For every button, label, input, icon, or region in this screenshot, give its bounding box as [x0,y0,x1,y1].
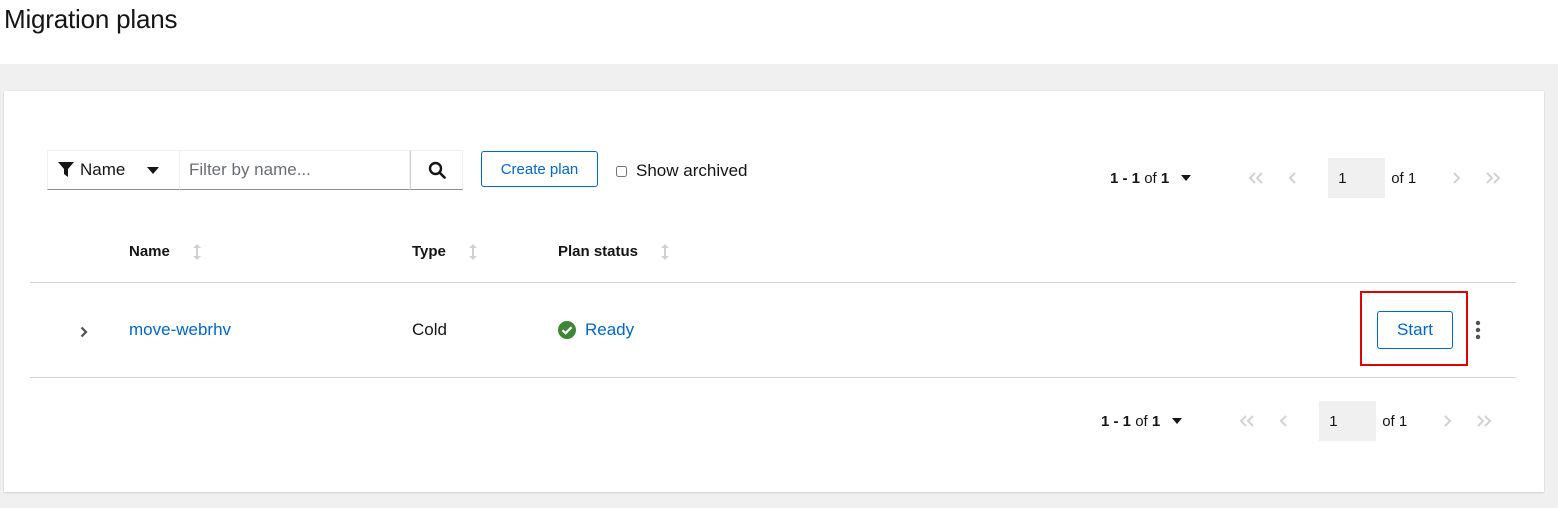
per-page-toggle[interactable]: 1 - 1 of 1 [1110,169,1192,187]
column-header-name[interactable]: Name [129,243,202,260]
pagination-total: 1 [1151,412,1161,430]
create-plan-button[interactable]: Create plan [481,151,598,187]
row-expand-toggle[interactable] [78,325,90,339]
show-archived-checkbox[interactable] [616,165,627,177]
pagination-nav: of 1 [1246,158,1503,198]
page-count-label: of 1 [1382,412,1408,430]
next-page-button[interactable] [1446,168,1466,188]
show-archived-toggle[interactable]: Show archived [616,161,748,181]
page-header: Migration plans [0,0,1558,64]
next-page-button[interactable] [1437,411,1457,431]
per-page-toggle[interactable]: 1 - 1 of 1 [1101,412,1183,430]
pagination-bottom: 1 - 1 of 1 of 1 [1101,401,1494,441]
column-header-label: Name [129,243,170,260]
search-input[interactable] [180,150,410,190]
pagination-nav: of 1 [1237,401,1494,441]
angle-left-icon [1288,172,1296,184]
last-page-button[interactable] [1483,168,1503,188]
angle-double-left-icon [1248,172,1263,184]
caret-down-icon [1172,417,1183,424]
plans-card: Name Create plan Show archived 1 - 1 of … [4,91,1544,492]
table-divider [30,377,1516,378]
sort-icon [192,243,201,260]
kebab-icon[interactable] [1474,320,1482,340]
pagination-total: 1 [1160,169,1170,187]
show-archived-label: Show archived [636,161,748,180]
angle-left-icon [1279,415,1287,427]
angle-right-icon [1444,415,1452,427]
angle-right-expand-icon [80,326,88,338]
angle-double-right-icon [1486,172,1501,184]
page-count-label: of 1 [1391,169,1417,187]
current-page-input[interactable] [1328,158,1386,198]
pagination-of: of [1144,169,1157,187]
table-divider [30,282,1516,283]
pagination-range: 1 - 1 [1110,169,1141,187]
first-page-button[interactable] [1246,168,1266,188]
angle-right-icon [1453,172,1461,184]
search-button[interactable] [410,150,463,190]
pagination-of: of [1135,412,1148,430]
current-page-input[interactable] [1319,401,1377,441]
last-page-button[interactable] [1474,411,1494,431]
caret-down-icon [147,167,159,174]
filter-attribute-label: Name [80,160,126,179]
previous-page-button[interactable] [1283,168,1303,188]
start-button[interactable]: Start [1377,311,1453,349]
filter-attribute-select[interactable]: Name [47,150,180,190]
plan-type: Cold [412,320,447,339]
angle-double-left-icon [1239,415,1254,427]
check-circle-icon [558,321,576,339]
column-header-plan-status[interactable]: Plan status [558,243,670,260]
plan-name-link[interactable]: move-webrhv [129,320,231,340]
plan-status: Ready [558,320,634,340]
column-header-label: Type [412,243,446,260]
filter-group: Name [47,150,463,190]
column-header-label: Plan status [558,243,639,260]
filter-icon [58,162,74,177]
search-icon [428,161,446,179]
page-title: Migration plans [4,4,178,34]
plan-status-link[interactable]: Ready [585,320,634,340]
sort-icon [468,243,477,260]
pagination-range: 1 - 1 [1101,412,1132,430]
column-header-type[interactable]: Type [412,243,478,260]
previous-page-button[interactable] [1274,411,1294,431]
angle-double-right-icon [1477,415,1492,427]
caret-down-icon [1181,174,1192,181]
sort-icon [661,243,670,260]
first-page-button[interactable] [1237,411,1257,431]
pagination-top: 1 - 1 of 1 of 1 [1110,158,1503,198]
